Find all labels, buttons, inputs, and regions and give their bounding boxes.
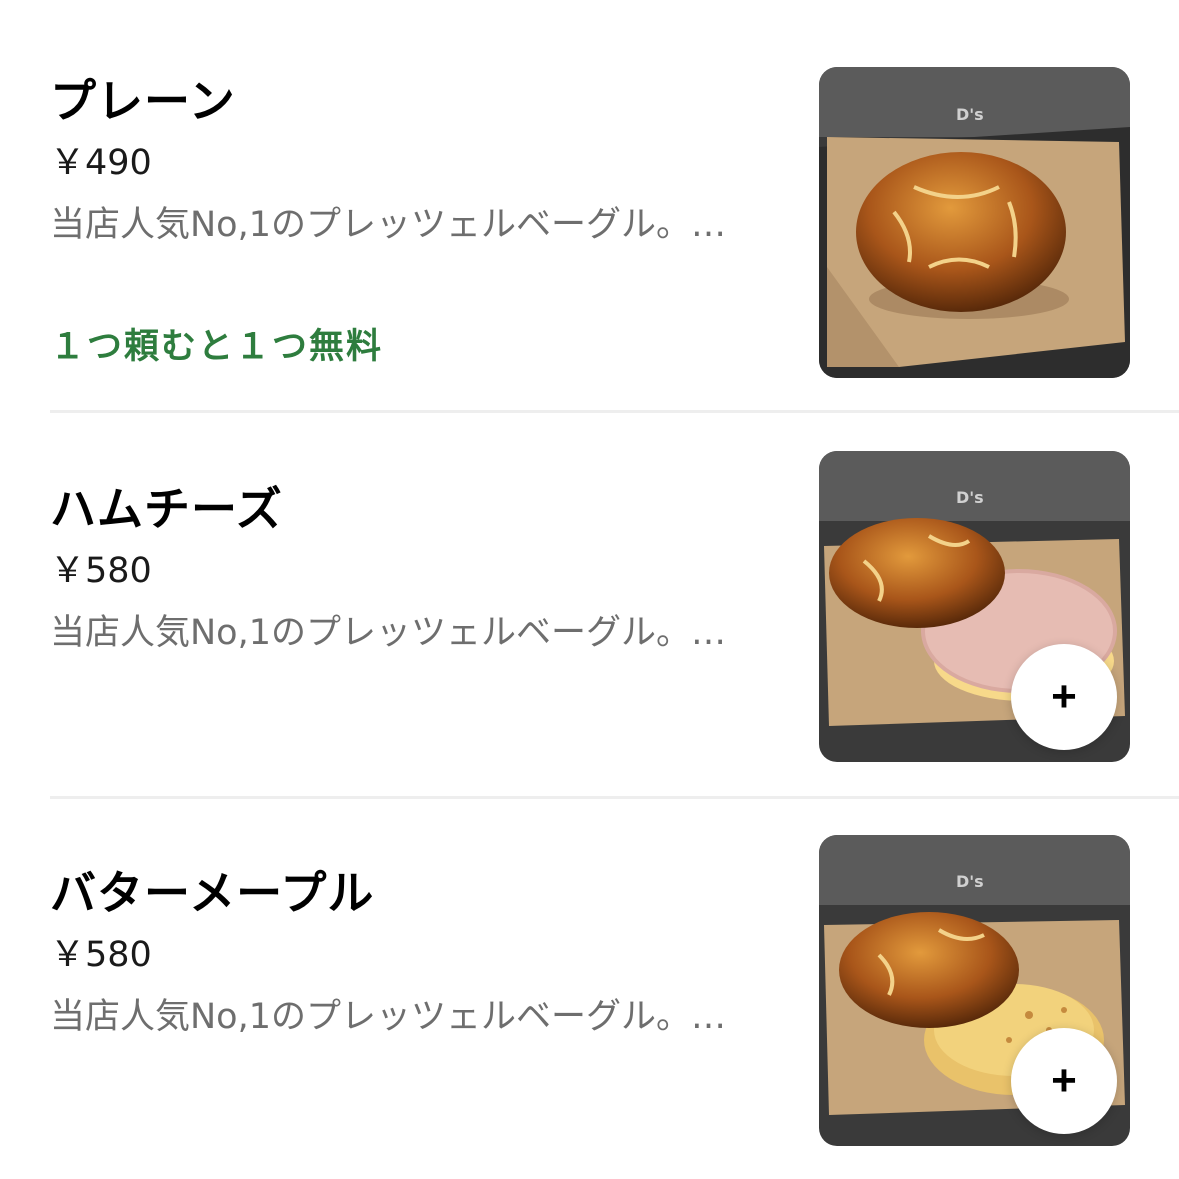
menu-item-butter-maple[interactable]: バターメープル ￥580 当店人気No,1のプレッツェルベーグル。… D's + <box>0 768 1179 1152</box>
item-name: バターメープル <box>50 866 375 920</box>
brand-mark: D's <box>956 105 984 124</box>
add-to-cart-button[interactable]: + <box>1011 644 1117 750</box>
item-photo-plain[interactable]: D's <box>819 67 1130 378</box>
item-description: 当店人気No,1のプレッツェルベーグル。… <box>50 997 726 1037</box>
brand-mark: D's <box>956 872 984 891</box>
item-name: プレーン <box>50 74 236 128</box>
item-price: ￥490 <box>50 143 152 183</box>
item-price: ￥580 <box>50 551 152 591</box>
item-description: 当店人気No,1のプレッツェルベーグル。… <box>50 205 726 245</box>
promo-label: １つ頼むと１つ無料 <box>50 327 384 367</box>
menu-item-plain[interactable]: プレーン ￥490 当店人気No,1のプレッツェルベーグル。… １つ頼むと１つ無… <box>0 0 1179 384</box>
item-price: ￥580 <box>50 935 152 975</box>
brand-mark: D's <box>956 488 984 507</box>
item-description: 当店人気No,1のプレッツェルベーグル。… <box>50 613 726 653</box>
item-name: ハムチーズ <box>50 482 283 536</box>
add-to-cart-button[interactable]: + <box>1011 1028 1117 1134</box>
plus-icon: + <box>1051 672 1077 721</box>
menu-item-ham-cheese[interactable]: ハムチーズ ￥580 当店人気No,1のプレッツェルベーグル。… D's + <box>0 384 1179 768</box>
plus-icon: + <box>1051 1056 1077 1105</box>
